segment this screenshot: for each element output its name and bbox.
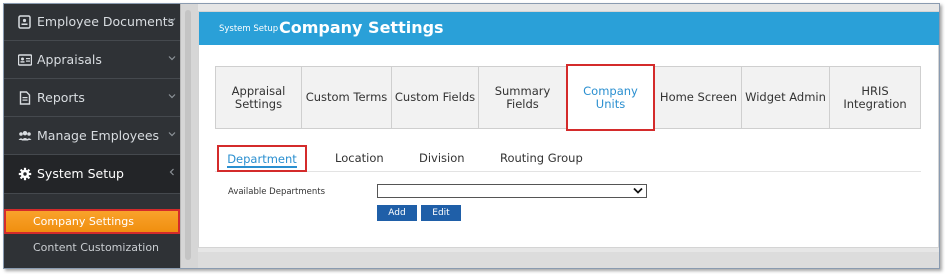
subtab-division[interactable]: Division: [419, 151, 465, 165]
tab-custom-fields[interactable]: Custom Fields: [392, 67, 479, 128]
sidebar-item-reports[interactable]: Reports: [4, 79, 180, 117]
tab-company-units[interactable]: Company Units: [566, 64, 655, 131]
chevron-left-icon: [169, 168, 174, 176]
chevron-down-icon: [168, 94, 176, 99]
sidebar-subitem-content-customization[interactable]: Content Customization: [4, 235, 180, 260]
id-card-icon: [18, 15, 31, 29]
sidebar-item-label: System Setup: [37, 166, 124, 181]
tab-appraisal-settings[interactable]: Appraisal Settings: [216, 67, 302, 128]
sidebar-item-appraisals[interactable]: Appraisals: [4, 41, 180, 79]
sidebar-item-system-setup[interactable]: System Setup: [4, 155, 180, 194]
subtab-label: Department: [227, 151, 297, 166]
sidebar-item-label: Employee Documents: [37, 14, 175, 29]
contact-card-icon: [18, 54, 32, 66]
available-departments-select[interactable]: [377, 184, 647, 198]
sidebar-scrollbar[interactable]: [180, 4, 198, 268]
page-header: System Setup Company Settings: [199, 12, 939, 45]
subtab-location[interactable]: Location: [335, 151, 384, 165]
tab-custom-terms[interactable]: Custom Terms: [302, 67, 392, 128]
sidebar-item-label: Appraisals: [37, 52, 102, 67]
chevron-down-icon: [168, 132, 176, 137]
sidebar-subitem-label: Content Customization: [33, 241, 160, 254]
subtab-department[interactable]: Department: [217, 145, 307, 172]
chevron-down-icon: [633, 187, 643, 194]
users-icon: [18, 131, 32, 141]
chevron-down-icon: [168, 18, 176, 23]
tab-summary-fields[interactable]: Summary Fields: [479, 67, 567, 128]
tab-hris-integration[interactable]: HRIS Integration: [830, 67, 920, 128]
main-panel: System Setup Company Settings Appraisal …: [198, 11, 939, 248]
page-footer-area: [198, 252, 939, 268]
document-icon: [19, 91, 31, 105]
chevron-down-icon: [168, 56, 176, 61]
sidebar-subitem-label: Company Settings: [33, 215, 134, 228]
sidebar-subitem-company-settings[interactable]: Company Settings: [4, 209, 180, 234]
page-title: Company Settings: [279, 18, 444, 37]
sidebar-item-employee-documents[interactable]: Employee Documents: [4, 4, 180, 41]
app-window: Employee Documents Appraisals Reports Ma…: [3, 3, 940, 269]
company-units-subtabs: Department Location Division Routing Gro…: [215, 142, 921, 172]
sidebar-item-label: Manage Employees: [37, 128, 160, 143]
sidebar-item-label: Reports: [37, 90, 85, 105]
settings-tab-bar: Appraisal Settings Custom Terms Custom F…: [215, 64, 921, 131]
breadcrumb[interactable]: System Setup: [219, 24, 278, 34]
sidebar: Employee Documents Appraisals Reports Ma…: [4, 4, 180, 268]
gear-icon: [18, 167, 32, 181]
active-underline: [227, 166, 297, 168]
edit-button[interactable]: Edit: [421, 205, 461, 221]
add-button[interactable]: Add: [377, 205, 417, 221]
tab-widget-admin[interactable]: Widget Admin: [742, 67, 830, 128]
subtab-routing-group[interactable]: Routing Group: [500, 151, 583, 165]
tab-home-screen[interactable]: Home Screen: [656, 67, 742, 128]
available-departments-label: Available Departments: [228, 187, 326, 197]
scrollbar-track[interactable]: [185, 10, 191, 260]
sidebar-item-manage-employees[interactable]: Manage Employees: [4, 117, 180, 155]
